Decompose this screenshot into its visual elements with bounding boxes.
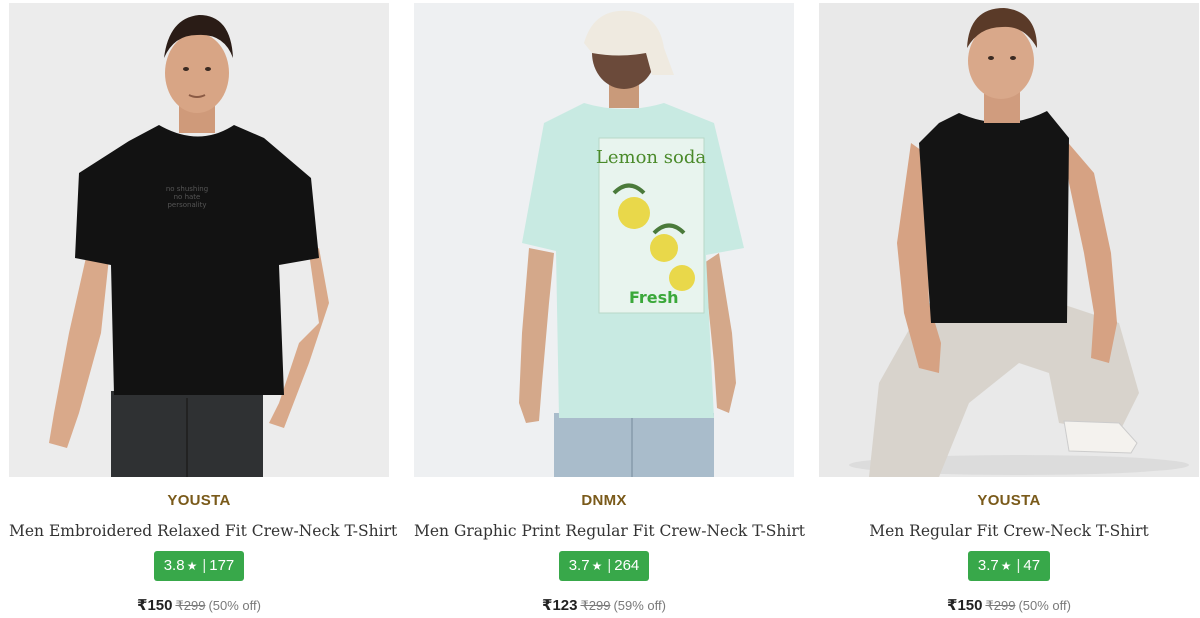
product-card[interactable]: Lemon soda Fresh DNMX Men Graphic Print … — [414, 0, 805, 618]
model-sleeveless-tshirt-photo — [819, 3, 1199, 477]
product-card[interactable]: YOUSTA Men Regular Fit Crew-Neck T-Shirt… — [819, 0, 1199, 618]
model-black-tshirt-photo: no shushing no hate personality — [9, 3, 389, 477]
price-row: ₹150 ₹299 (50% off) — [9, 595, 389, 615]
product-grid: no shushing no hate personality YOUSTA M… — [0, 0, 1200, 618]
product-title[interactable]: Men Graphic Print Regular Fit Crew-Neck … — [414, 521, 805, 541]
product-brand: YOUSTA — [167, 492, 231, 509]
svg-text:Fresh: Fresh — [629, 288, 679, 307]
original-price: ₹299 — [175, 598, 206, 613]
tshirt-print-text: Lemon soda — [596, 147, 706, 168]
product-title[interactable]: Men Regular Fit Crew-Neck T-Shirt — [819, 521, 1199, 541]
product-card[interactable]: no shushing no hate personality YOUSTA M… — [9, 0, 397, 618]
svg-text:no hate: no hate — [174, 193, 201, 201]
product-image[interactable]: Lemon soda Fresh — [414, 3, 794, 477]
selling-price: ₹150 — [947, 597, 983, 614]
rating-count: 47 — [1023, 557, 1041, 574]
discount-text: (50% off) — [1018, 598, 1071, 613]
product-image[interactable] — [819, 3, 1199, 477]
discount-text: (59% off) — [613, 598, 666, 613]
price-row: ₹150 ₹299 (50% off) — [819, 595, 1199, 615]
rating-value: 3.8 — [163, 557, 185, 574]
rating-value: 3.7 — [568, 557, 590, 574]
star-icon: ★ — [1000, 559, 1012, 573]
product-title[interactable]: Men Embroidered Relaxed Fit Crew-Neck T-… — [9, 521, 397, 541]
product-brand: YOUSTA — [977, 492, 1041, 509]
discount-text: (50% off) — [208, 598, 261, 613]
star-icon: ★ — [186, 559, 198, 573]
rating-value: 3.7 — [977, 557, 999, 574]
product-image[interactable]: no shushing no hate personality — [9, 3, 389, 477]
rating-badge[interactable]: 3.7 ★ | 264 — [558, 551, 650, 581]
svg-text:personality: personality — [167, 201, 206, 209]
original-price: ₹299 — [985, 598, 1016, 613]
price-row: ₹123 ₹299 (59% off) — [414, 595, 794, 615]
star-icon: ★ — [591, 559, 603, 573]
rating-count: 177 — [209, 557, 235, 574]
rating-count: 264 — [614, 557, 640, 574]
model-graphic-tshirt-photo: Lemon soda Fresh — [414, 3, 794, 477]
original-price: ₹299 — [580, 598, 611, 613]
selling-price: ₹123 — [542, 597, 578, 614]
rating-badge[interactable]: 3.8 ★ | 177 — [153, 551, 245, 581]
tshirt-print-text: no shushing — [166, 185, 208, 193]
product-brand: DNMX — [581, 492, 627, 509]
rating-badge[interactable]: 3.7 ★ | 47 — [967, 551, 1051, 581]
selling-price: ₹150 — [137, 597, 173, 614]
